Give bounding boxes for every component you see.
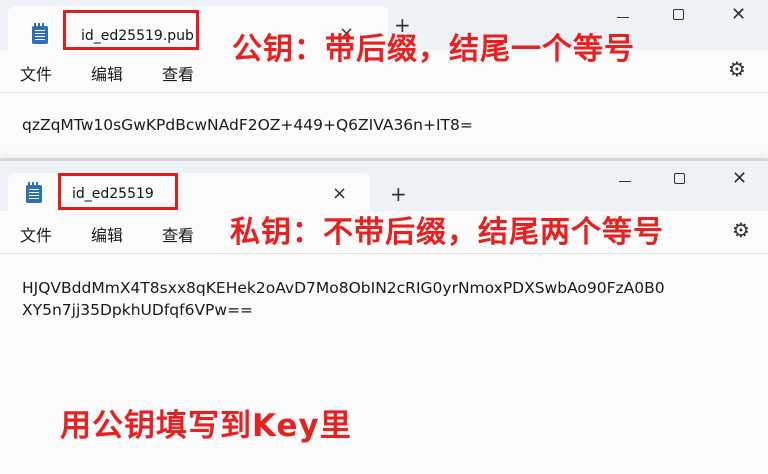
highlight-box	[58, 173, 178, 210]
content-line: qzZqMTw10sGwKPdBcwNAdF2OZ+449+Q6ZIVA36n+…	[22, 116, 473, 134]
annotation-private-key: 私钥：不带后缀，结尾两个等号	[230, 215, 664, 250]
minimize-icon[interactable]	[617, 17, 629, 18]
menu-file[interactable]: 文件	[20, 222, 52, 246]
annotation-instruction: 用公钥填写到Key里	[60, 408, 352, 444]
menu-file[interactable]: 文件	[20, 61, 52, 85]
content-line: XY5n7jj35DpkhUDfqf6VPw==	[22, 301, 254, 319]
tab-close-icon[interactable]: ×	[332, 183, 347, 204]
notepad-icon	[26, 182, 42, 203]
menu-edit[interactable]: 编辑	[91, 61, 123, 85]
notepad-icon	[32, 23, 48, 44]
gear-icon[interactable]: ⚙	[732, 218, 750, 242]
menu-view[interactable]: 查看	[162, 222, 194, 246]
window-close-icon[interactable]: ✕	[731, 6, 746, 24]
gear-icon[interactable]: ⚙	[728, 57, 746, 81]
text-editor[interactable]: HJQVBddMmX4T8sxx8qKEHek2oAvD7Mo8ObIN2cRI…	[22, 277, 665, 321]
maximize-icon[interactable]	[673, 9, 684, 20]
text-editor[interactable]: qzZqMTw10sGwKPdBcwNAdF2OZ+449+Q6ZIVA36n+…	[22, 114, 473, 136]
menu-edit[interactable]: 编辑	[91, 222, 123, 246]
window-close-icon[interactable]: ✕	[732, 170, 747, 188]
minimize-icon[interactable]	[619, 181, 631, 182]
maximize-icon[interactable]	[674, 173, 685, 184]
annotation-public-key: 公钥：带后缀，结尾一个等号	[232, 32, 635, 67]
title-bar: id_ed25519 × + ✕	[0, 161, 768, 211]
menu-view[interactable]: 查看	[162, 61, 194, 85]
content-line: HJQVBddMmX4T8sxx8qKEHek2oAvD7Mo8ObIN2cRI…	[22, 279, 665, 297]
highlight-box	[63, 10, 199, 50]
new-tab-icon[interactable]: +	[390, 182, 407, 206]
